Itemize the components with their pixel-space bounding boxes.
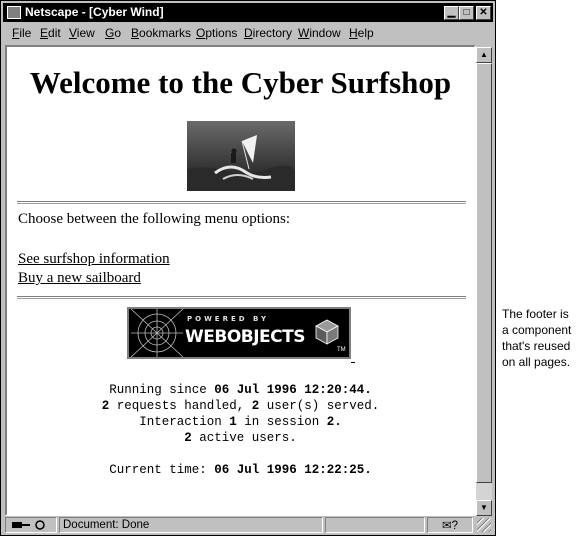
webobjects-wordmark: WEBOBJECTS: [185, 327, 306, 347]
resize-grip-icon[interactable]: [477, 518, 491, 532]
footer-users-label: user(s) served.: [259, 399, 380, 413]
footer-current-time-value: 06 Jul 1996 12:22:25.: [214, 463, 372, 477]
menu-file[interactable]: File: [12, 26, 31, 40]
windsurfer-photo: [187, 121, 295, 191]
progress-panel: [325, 517, 425, 533]
footer-annotation: The footer is a component that's reused …: [502, 307, 572, 369]
menu-options[interactable]: Options: [196, 26, 237, 40]
footer-active-users: 2 active users.: [7, 431, 474, 445]
security-indicator[interactable]: [5, 517, 57, 533]
footer-running-since: Running since 06 Jul 1996 12:20:44.: [7, 383, 474, 397]
logo-link-underline: [351, 362, 355, 363]
divider-bottom: [17, 296, 466, 298]
footer-current-time: Current time: 06 Jul 1996 12:22:25.: [7, 463, 474, 477]
netscape-app-icon[interactable]: [7, 6, 21, 19]
footer-session-label: in session: [236, 415, 327, 429]
footer-running-since-label: Running since: [109, 383, 215, 397]
security-key-icon: [12, 520, 45, 530]
footer-active-users-count: 2: [184, 431, 192, 445]
menu-window[interactable]: Window: [298, 26, 341, 40]
page-heading: Welcome to the Cyber Surfshop: [29, 65, 452, 100]
footer-current-time-label: Current time:: [109, 463, 215, 477]
mail-icon: ✉: [441, 520, 452, 532]
footer-requests-label: requests handled,: [109, 399, 252, 413]
mail-question-icon: ?: [451, 520, 459, 532]
scroll-up-button[interactable]: ▲: [476, 47, 492, 63]
footer-running-since-value: 06 Jul 1996 12:20:44.: [214, 383, 372, 397]
footer-interaction-label: Interaction: [139, 415, 230, 429]
menu-view[interactable]: View: [69, 26, 95, 40]
menu-help[interactable]: Help: [349, 26, 374, 40]
footer-interaction-number: 1: [229, 415, 237, 429]
footer-requests: 2 requests handled, 2 user(s) served.: [7, 399, 474, 413]
title-bar[interactable]: Netscape - [Cyber Wind] ▁ □ ✕: [3, 3, 493, 22]
page-content: Welcome to the Cyber Surfshop Choose bet…: [5, 45, 476, 516]
menu-directory[interactable]: Directory: [244, 26, 292, 40]
footer-session-number: 2.: [326, 415, 342, 429]
mail-indicator[interactable]: ✉?: [427, 517, 473, 533]
browser-window: Netscape - [Cyber Wind] ▁ □ ✕ File Edit …: [0, 0, 496, 536]
minimize-button[interactable]: ▁: [444, 6, 459, 20]
close-button[interactable]: ✕: [476, 6, 491, 20]
webobjects-logo[interactable]: POWERED BY WEBOBJECTS TM: [127, 307, 351, 359]
divider-top: [17, 201, 466, 203]
trademark-label: TM: [337, 347, 346, 353]
footer-active-users-label: active users.: [191, 431, 297, 445]
spiderweb-icon: [131, 309, 183, 357]
scroll-down-button[interactable]: ▼: [476, 500, 492, 516]
menu-bookmarks[interactable]: Bookmarks: [131, 26, 191, 40]
maximize-button[interactable]: □: [459, 6, 474, 20]
menu-go[interactable]: Go: [105, 26, 121, 40]
menu-bar: File Edit View Go Bookmarks Options Dire…: [3, 23, 493, 43]
menu-edit[interactable]: Edit: [40, 26, 61, 40]
status-bar: Document: Done ✉?: [3, 516, 493, 535]
cube-icon: [315, 319, 339, 345]
vertical-scrollbar[interactable]: ▲ ▼: [476, 47, 492, 516]
powered-by-label: POWERED BY: [187, 315, 270, 323]
status-text: Document: Done: [59, 517, 323, 533]
window-title: Netscape - [Cyber Wind]: [25, 5, 164, 19]
menu-prompt: Choose between the following menu option…: [18, 211, 291, 227]
footer-interaction: Interaction 1 in session 2.: [7, 415, 474, 429]
surfshop-info-link[interactable]: See surfshop information: [18, 251, 170, 268]
buy-sailboard-link[interactable]: Buy a new sailboard: [18, 270, 141, 287]
scroll-thumb[interactable]: [476, 63, 492, 483]
